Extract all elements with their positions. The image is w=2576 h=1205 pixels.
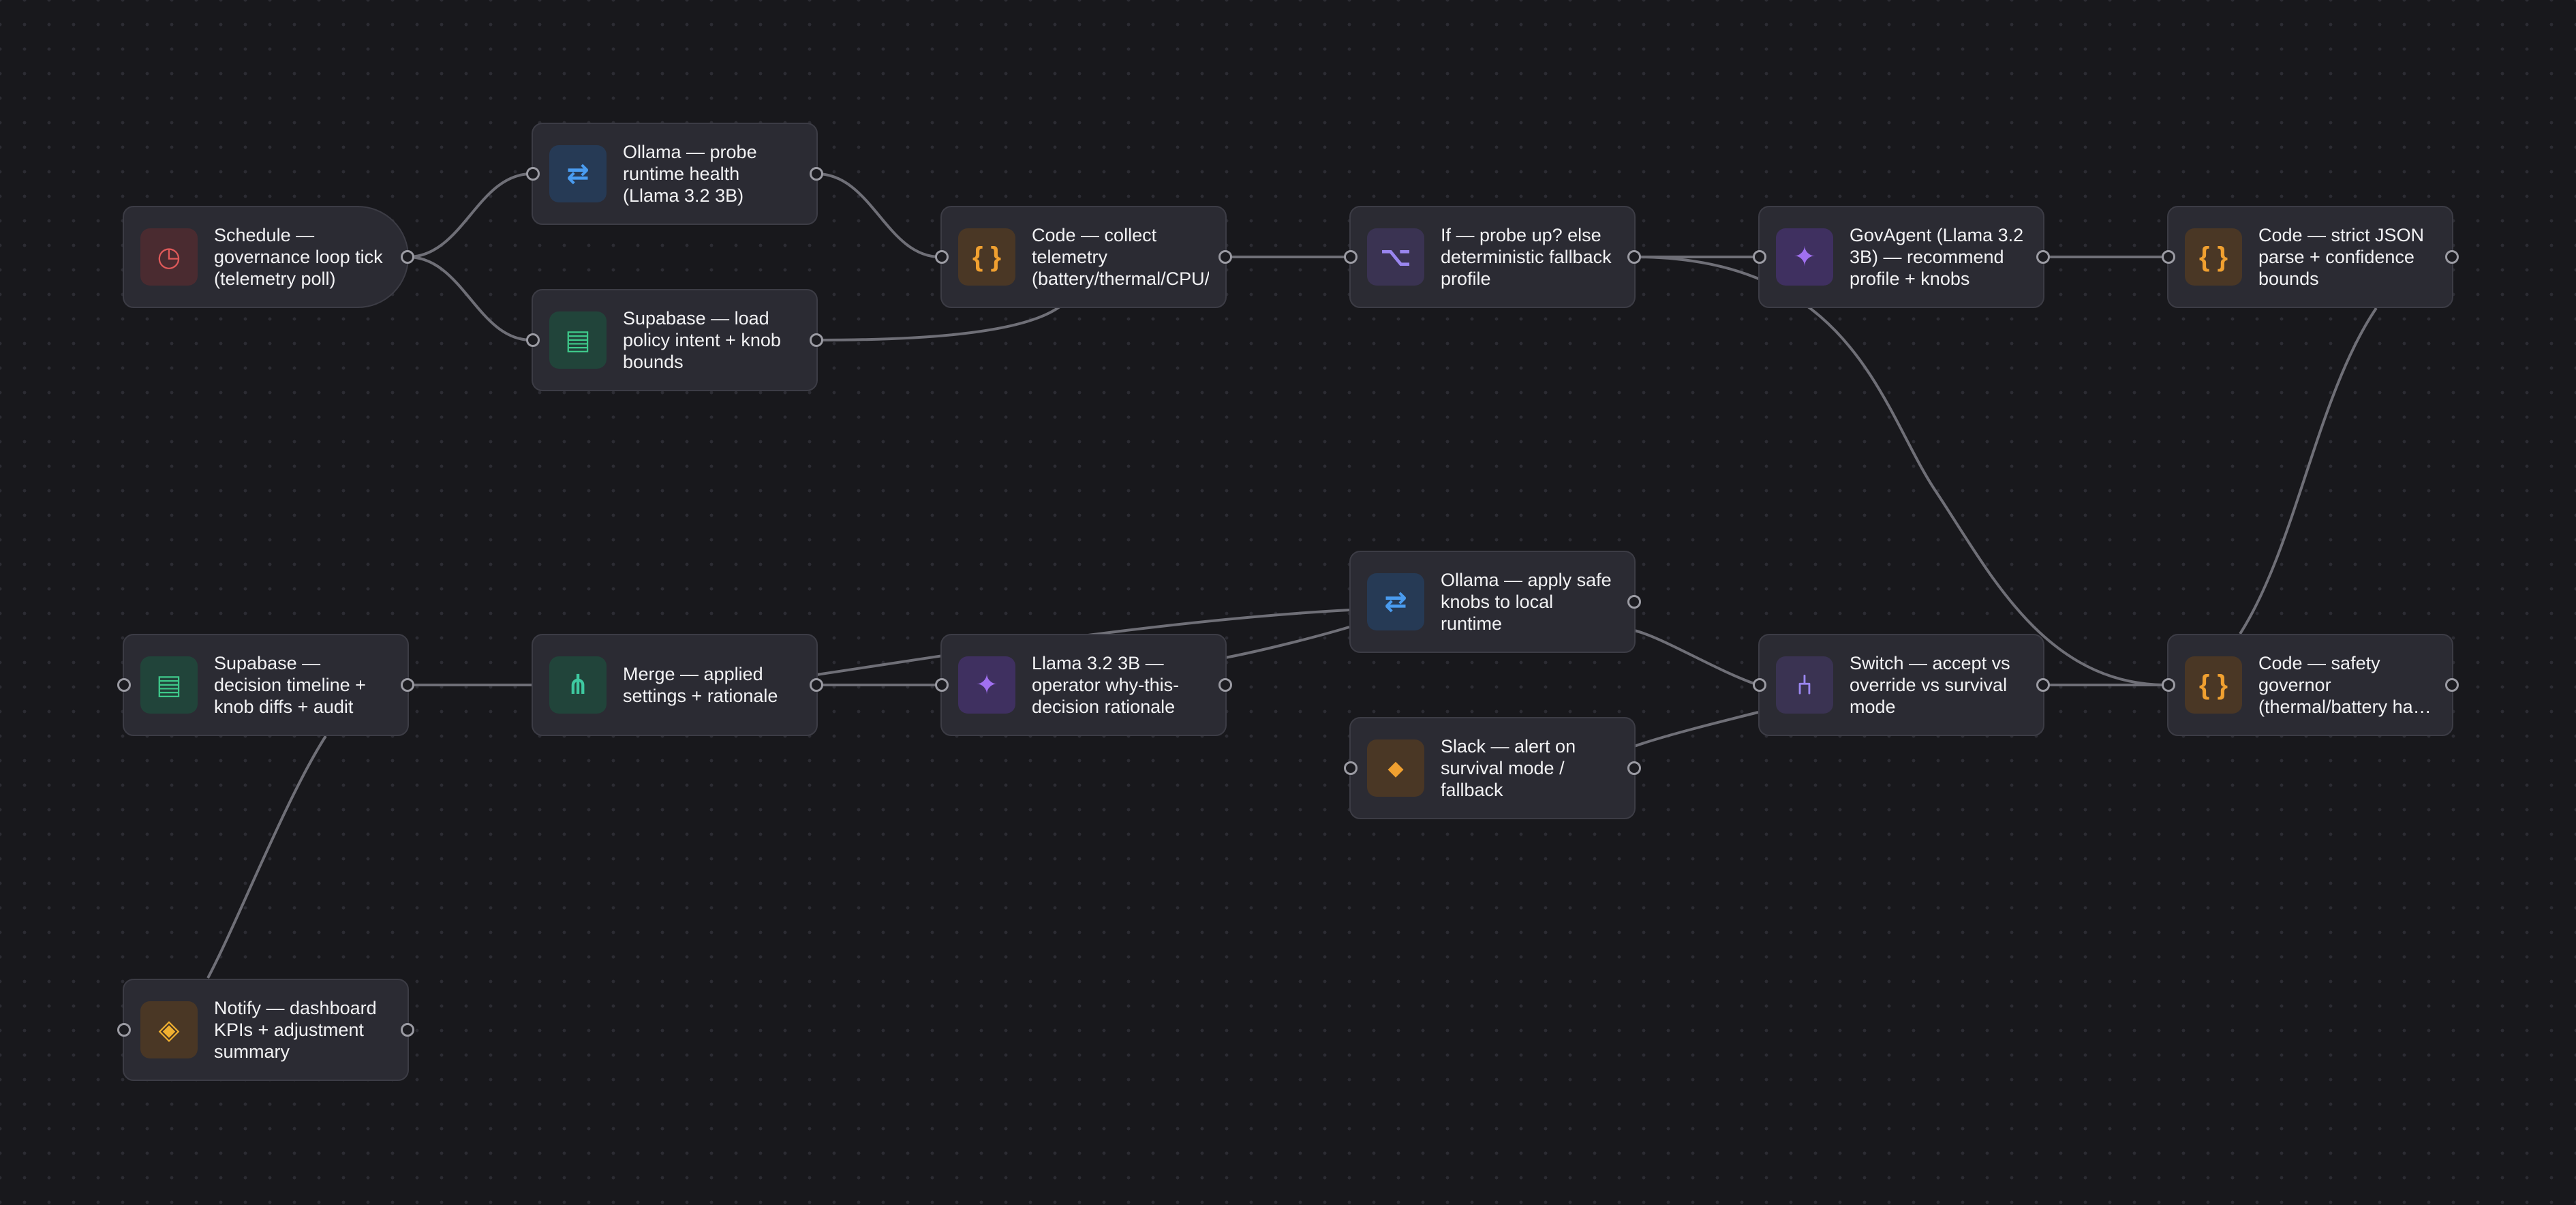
node-ollama-apply[interactable]: ⇄ Ollama — apply safe knobs to local run… <box>1349 551 1641 653</box>
edge-code-json-code-safety <box>2239 307 2378 635</box>
output-port[interactable] <box>2445 678 2459 692</box>
node-code-safety[interactable]: { } Code — safety governor (thermal/batt… <box>2162 634 2459 736</box>
output-port[interactable] <box>810 167 823 181</box>
node-label: Code — collect telemetry (battery/therma… <box>1032 225 1209 289</box>
output-port[interactable] <box>1218 250 1232 264</box>
output-port[interactable] <box>401 1023 414 1037</box>
input-port[interactable] <box>1344 250 1358 264</box>
input-port[interactable] <box>117 678 131 692</box>
output-port[interactable] <box>1627 595 1641 609</box>
edge-switch-ollama-apply <box>1634 629 1759 686</box>
node-label: Llama 3.2 3B — operator why-this-decisio… <box>1032 653 1180 717</box>
input-port[interactable] <box>935 250 949 264</box>
input-port[interactable] <box>526 333 540 347</box>
input-port[interactable] <box>1753 250 1766 264</box>
node-ollama-probe[interactable]: ⇄ Ollama — probe runtime health (Llama 3… <box>526 123 823 225</box>
switch-icon: ⑃ <box>1776 656 1833 714</box>
edge-if-probe-code-safety <box>1634 256 2168 686</box>
edge-ollama-probe-code-telemetry <box>816 172 941 258</box>
edge-switch-slack <box>1634 711 1759 748</box>
arrows-exchange-icon: ⇄ <box>1367 573 1424 630</box>
edge-schedule-supabase-load <box>407 256 532 341</box>
node-code-json[interactable]: { } Code — strict JSON parse + confidenc… <box>2162 206 2459 308</box>
node-label: Switch — accept vs override vs survival … <box>1850 653 2010 717</box>
output-port[interactable] <box>2036 250 2050 264</box>
node-govagent[interactable]: ✦ GovAgent (Llama 3.2 3B) — recommend pr… <box>1753 206 2050 308</box>
output-port[interactable] <box>810 678 823 692</box>
node-label: If — probe up? else deterministic fallba… <box>1441 225 1612 289</box>
node-merge[interactable]: ⋔ Merge — applied settings + rationale <box>532 634 823 736</box>
workflow-canvas[interactable]: ◷ Schedule — governance loop tick (telem… <box>0 0 2576 1205</box>
slack-icon: ◆ <box>1367 739 1424 797</box>
database-icon: ▤ <box>140 656 198 714</box>
output-port[interactable] <box>401 250 414 264</box>
edge-supabase-timeline-notify <box>206 735 327 979</box>
edge-supabase-load-code-telemetry <box>816 305 1061 341</box>
node-label: Ollama — probe runtime health (Llama 3.2… <box>623 142 757 206</box>
merge-icon: ⋔ <box>549 656 607 714</box>
input-port[interactable] <box>2162 678 2175 692</box>
node-schedule[interactable]: ◷ Schedule — governance loop tick (telem… <box>123 206 414 308</box>
node-label: Ollama — apply safe knobs to local runti… <box>1441 570 1612 634</box>
code-braces-icon: { } <box>2185 656 2242 714</box>
output-port[interactable] <box>1627 761 1641 775</box>
code-braces-icon: { } <box>2185 228 2242 286</box>
output-port[interactable] <box>810 333 823 347</box>
node-label: Notify — dashboard KPIs + adjustment sum… <box>214 998 377 1062</box>
edge-llama-rationale-ollama-apply <box>1225 626 1350 659</box>
node-label: GovAgent (Llama 3.2 3B) — recommend prof… <box>1850 225 2024 289</box>
node-code-telemetry[interactable]: { } Code — collect telemetry (battery/th… <box>935 206 1232 308</box>
sparkle-icon: ✦ <box>958 656 1015 714</box>
node-if-probe[interactable]: ⌥ If — probe up? else deterministic fall… <box>1344 206 1641 308</box>
edge-schedule-ollama-probe <box>407 172 532 258</box>
node-label: Schedule — governance loop tick (telemet… <box>214 225 383 289</box>
node-supabase-timeline[interactable]: ▤ Supabase — decision timeline + knob di… <box>117 634 414 736</box>
node-llama-rationale[interactable]: ✦ Llama 3.2 3B — operator why-this-decis… <box>935 634 1232 736</box>
sparkle-icon: ✦ <box>1776 228 1833 286</box>
branch-icon: ⌥ <box>1367 228 1424 286</box>
arrows-exchange-icon: ⇄ <box>549 145 607 202</box>
input-port[interactable] <box>1344 761 1358 775</box>
input-port[interactable] <box>526 167 540 181</box>
node-label: Supabase — load policy intent + knob bou… <box>623 308 781 372</box>
node-label: Merge — applied settings + rationale <box>623 664 778 706</box>
input-port[interactable] <box>935 678 949 692</box>
node-label: Supabase — decision timeline + knob diff… <box>214 653 366 717</box>
output-port[interactable] <box>1627 250 1641 264</box>
node-supabase-load[interactable]: ▤ Supabase — load policy intent + knob b… <box>526 289 823 391</box>
node-label: Code — strict JSON parse + confidence bo… <box>2258 225 2425 289</box>
input-port[interactable] <box>1753 678 1766 692</box>
output-port[interactable] <box>401 678 414 692</box>
database-icon: ▤ <box>549 311 607 369</box>
code-braces-icon: { } <box>958 228 1015 286</box>
output-port[interactable] <box>2445 250 2459 264</box>
node-switch[interactable]: ⑃ Switch — accept vs override vs surviva… <box>1753 634 2050 736</box>
node-slack[interactable]: ◆ Slack — alert on survival mode / fallb… <box>1344 717 1641 819</box>
output-port[interactable] <box>1218 678 1232 692</box>
input-port[interactable] <box>2162 250 2175 264</box>
input-port[interactable] <box>117 1023 131 1037</box>
node-label: Slack — alert on survival mode / fallbac… <box>1441 736 1576 800</box>
node-label: Code — safety governor (thermal/battery … <box>2258 653 2429 717</box>
output-port[interactable] <box>2036 678 2050 692</box>
node-notify[interactable]: ◈ Notify — dashboard KPIs + adjustment s… <box>117 979 414 1081</box>
clock-icon: ◷ <box>140 228 198 286</box>
notify-icon: ◈ <box>140 1001 198 1058</box>
